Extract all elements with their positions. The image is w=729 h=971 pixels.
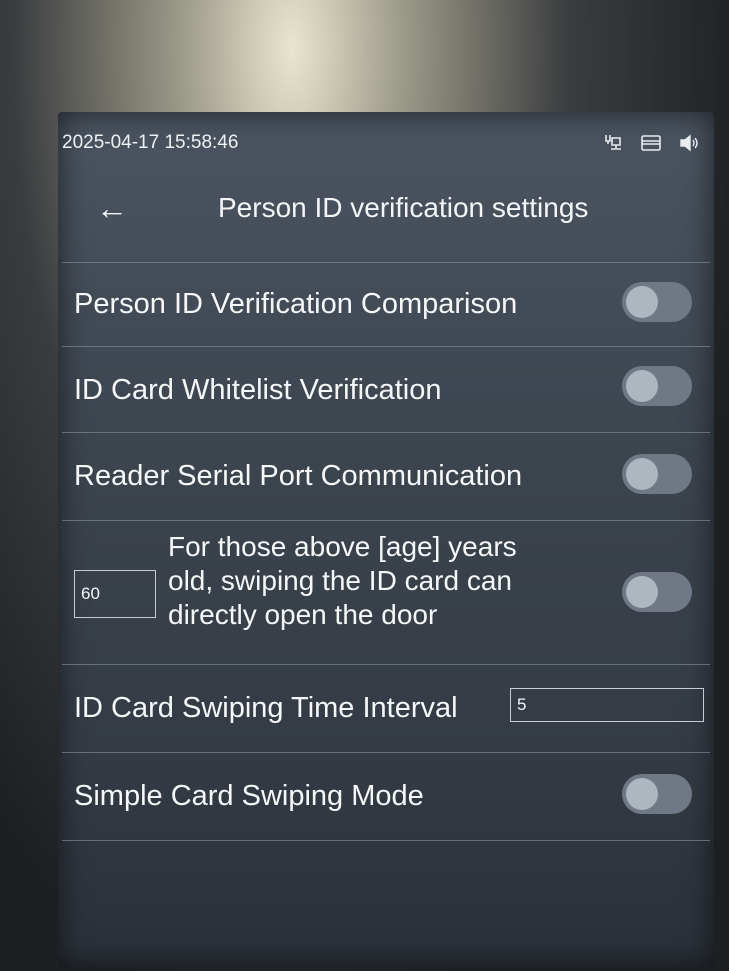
divider bbox=[62, 840, 710, 841]
age-input[interactable]: 60 bbox=[74, 570, 156, 618]
status-icons bbox=[602, 132, 700, 154]
page-title: Person ID verification settings bbox=[218, 192, 589, 223]
setting-label: Person ID Verification Comparison bbox=[74, 288, 518, 320]
status-bar: 2025-04-17 15:58:46 bbox=[58, 130, 714, 158]
person-id-comparison-toggle[interactable] bbox=[622, 282, 692, 322]
setting-row-id-whitelist: ID Card Whitelist Verification bbox=[58, 348, 714, 432]
setting-row-reader-serial: Reader Serial Port Communication bbox=[58, 434, 714, 520]
back-button[interactable]: ← bbox=[94, 190, 130, 226]
age-open-door-toggle[interactable] bbox=[622, 572, 692, 612]
swipe-interval-input[interactable]: 5 bbox=[510, 688, 704, 722]
divider bbox=[62, 262, 710, 263]
age-setting-description: For those above [age] years old, swiping… bbox=[168, 530, 588, 632]
setting-label: ID Card Swiping Time Interval bbox=[74, 692, 458, 724]
toggle-knob bbox=[626, 778, 658, 810]
simple-swipe-toggle[interactable] bbox=[622, 774, 692, 814]
page-header: ← Person ID verification settings bbox=[58, 180, 714, 252]
setting-label: Reader Serial Port Communication bbox=[74, 460, 523, 492]
toggle-knob bbox=[626, 286, 658, 318]
divider bbox=[62, 346, 710, 347]
description-line: directly open the door bbox=[168, 599, 438, 630]
divider bbox=[62, 752, 710, 753]
setting-label: Simple Card Swiping Mode bbox=[74, 780, 424, 812]
card-icon bbox=[640, 132, 662, 154]
divider bbox=[62, 432, 710, 433]
divider bbox=[62, 664, 710, 665]
reader-serial-toggle[interactable] bbox=[622, 454, 692, 494]
device-screen: 2025-04-17 15:58:46 ← Person ID verifica… bbox=[58, 112, 714, 967]
setting-row-swipe-interval: ID Card Swiping Time Interval 5 bbox=[58, 666, 714, 752]
description-line: old, swiping the ID card can bbox=[168, 565, 512, 596]
description-line: For those above [age] years bbox=[168, 531, 517, 562]
setting-row-age-open-door: 60 For those above [age] years old, swip… bbox=[58, 522, 714, 662]
toggle-knob bbox=[626, 458, 658, 490]
id-whitelist-toggle[interactable] bbox=[622, 366, 692, 406]
toggle-knob bbox=[626, 576, 658, 608]
setting-row-person-id-comparison: Person ID Verification Comparison bbox=[58, 264, 714, 346]
toggle-knob bbox=[626, 370, 658, 402]
status-datetime: 2025-04-17 15:58:46 bbox=[62, 132, 239, 153]
divider bbox=[62, 520, 710, 521]
setting-row-simple-swipe: Simple Card Swiping Mode bbox=[58, 754, 714, 840]
volume-icon bbox=[678, 132, 700, 154]
setting-label: ID Card Whitelist Verification bbox=[74, 374, 442, 406]
network-icon bbox=[602, 132, 624, 154]
